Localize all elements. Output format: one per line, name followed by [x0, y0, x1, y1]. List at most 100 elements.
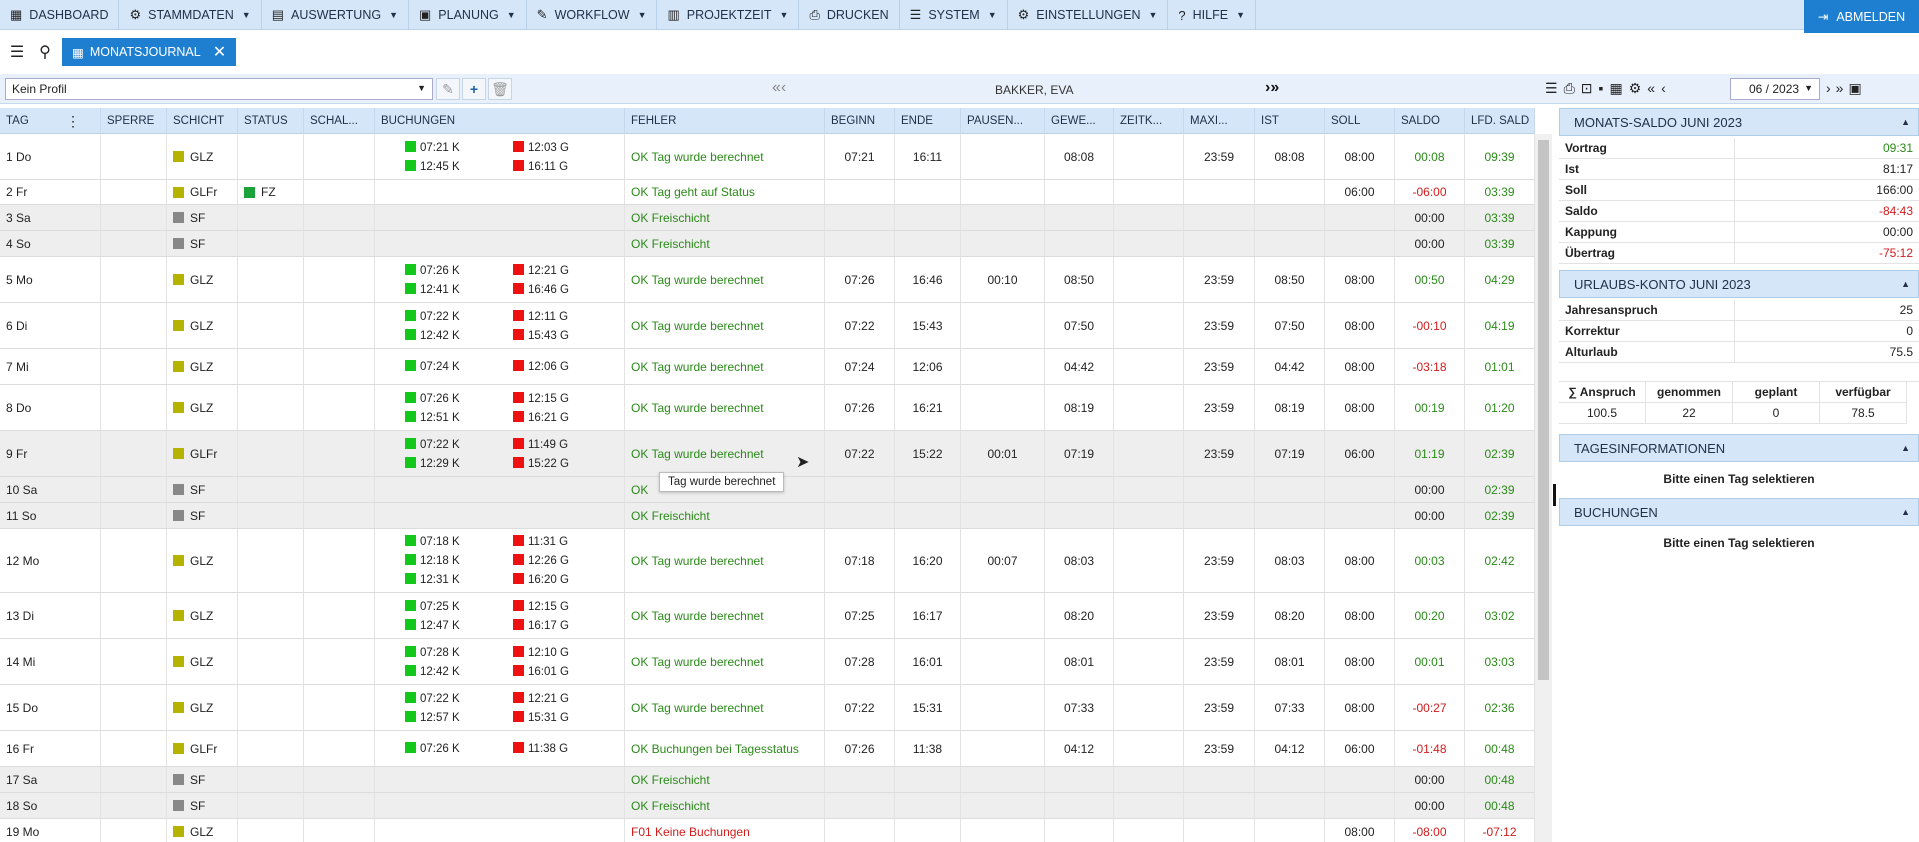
booking-gehen[interactable]: 15:22 G	[513, 456, 621, 470]
table-row[interactable]: 3 Sa SF OK Freischicht 00:00 03:39	[0, 205, 1535, 231]
add-profile-button[interactable]: +	[462, 78, 486, 100]
column-header-schicht[interactable]: SCHICHT	[167, 108, 238, 134]
booking-kommen[interactable]: 12:41 K	[405, 282, 513, 296]
close-tab-icon[interactable]: ✕	[213, 42, 226, 62]
table-row[interactable]: 7 Mi GLZ 07:24 K 12:06 G OK Tag wurde berech…	[0, 349, 1535, 385]
table-row[interactable]: 15 Do GLZ 07:22 K 12:21 G 12:57 K 15:31 G OK T…	[0, 685, 1535, 731]
table-row[interactable]: 11 So SF OK Freischicht 00:00 02:39	[0, 503, 1535, 529]
table-row[interactable]: 19 Mo GLZ F01 Keine Buchungen 08:00 -08:00 -0…	[0, 819, 1535, 842]
edit-profile-button[interactable]: ✎	[436, 78, 460, 100]
table-row[interactable]: 12 Mo GLZ 07:18 K 11:31 G 12:18 K 12:26 G 12:3…	[0, 529, 1535, 593]
collapse-icon[interactable]: ▲	[1901, 443, 1910, 453]
scrollbar-thumb[interactable]	[1538, 140, 1549, 680]
collapse-icon[interactable]: ▲	[1901, 279, 1910, 289]
booking-gehen[interactable]: 16:11 G	[513, 159, 621, 173]
booking-kommen[interactable]: 07:22 K	[405, 691, 513, 705]
booking-gehen[interactable]: 12:15 G	[513, 599, 621, 613]
nav-item-auswertung[interactable]: ▤ AUSWERTUNG ▼	[262, 0, 409, 30]
booking-kommen[interactable]: 12:29 K	[405, 456, 513, 470]
booking-gehen[interactable]: 12:15 G	[513, 391, 621, 405]
column-header-zeitk[interactable]: ZEITK...	[1114, 108, 1184, 134]
table-row[interactable]: 18 So SF OK Freischicht 00:00 00:48	[0, 793, 1535, 819]
nav-item-workflow[interactable]: ✎ WORKFLOW ▼	[527, 0, 658, 30]
nav-item-stammdaten[interactable]: ⚙ STAMMDATEN ▼	[119, 0, 262, 30]
period-select[interactable]: 06 / 2023 ▼	[1730, 78, 1820, 100]
booking-gehen[interactable]: 11:38 G	[513, 742, 621, 755]
booking-gehen[interactable]: 12:03 G	[513, 140, 621, 154]
column-header-pause[interactable]: PAUSEN...	[961, 108, 1045, 134]
delete-profile-button[interactable]: 🗑	[488, 78, 512, 100]
unlock-icon[interactable]: ⊡	[1581, 80, 1593, 97]
list-icon[interactable]: ☰	[1545, 80, 1558, 97]
collapse-icon[interactable]: ▲	[1901, 507, 1910, 517]
column-header-status[interactable]: STATUS	[238, 108, 304, 134]
search-icon[interactable]: ⚲	[34, 41, 56, 63]
booking-gehen[interactable]: 11:31 G	[513, 535, 621, 548]
column-header-maxi[interactable]: MAXI...	[1184, 108, 1255, 134]
collapse-icon[interactable]: ▲	[1901, 117, 1910, 127]
booking-kommen[interactable]: 07:22 K	[405, 437, 513, 451]
next-month-icon[interactable]: ›	[1826, 80, 1831, 97]
booking-kommen[interactable]: 07:25 K	[405, 599, 513, 613]
booking-kommen[interactable]: 07:26 K	[405, 263, 513, 277]
booking-kommen[interactable]: 12:57 K	[405, 710, 513, 724]
column-menu-icon[interactable]: ⋮	[66, 113, 80, 130]
nav-item-planung[interactable]: ▣ PLANUNG ▼	[409, 0, 527, 30]
table-row[interactable]: 5 Mo GLZ 07:26 K 12:21 G 12:41 K 16:46 G OK Ta…	[0, 257, 1535, 303]
next-employee-icon[interactable]: ›»	[1265, 79, 1279, 97]
booking-gehen[interactable]: 12:11 G	[513, 309, 621, 323]
booking-gehen[interactable]: 12:06 G	[513, 360, 621, 373]
nav-item-system[interactable]: ☰ SYSTEM ▼	[900, 0, 1008, 30]
booking-kommen[interactable]: 12:51 K	[405, 410, 513, 424]
booking-kommen[interactable]: 07:21 K	[405, 140, 513, 154]
previous-employee-icon[interactable]: «‹	[772, 79, 786, 97]
lock-icon[interactable]: ▪	[1599, 80, 1604, 97]
nav-item-projektzeit[interactable]: ▥ PROJEKTZEIT ▼	[657, 0, 800, 30]
column-header-buch[interactable]: BUCHUNGEN	[375, 108, 625, 134]
table-row[interactable]: 16 Fr GLFr 07:26 K 11:38 G OK Buchungen bei …	[0, 731, 1535, 767]
column-header-soll[interactable]: SOLL	[1325, 108, 1395, 134]
vertical-scrollbar[interactable]	[1535, 134, 1552, 842]
booking-kommen[interactable]: 07:18 K	[405, 535, 513, 548]
column-header-sperre[interactable]: SPERRE	[101, 108, 167, 134]
nav-item-einstellungen[interactable]: ⚙ EINSTELLUNGEN ▼	[1008, 0, 1169, 30]
nav-item-drucken[interactable]: ⎙ DRUCKEN	[799, 0, 900, 30]
booking-kommen[interactable]: 12:47 K	[405, 618, 513, 632]
booking-gehen[interactable]: 15:43 G	[513, 328, 621, 342]
tab-monatsjournal[interactable]: ▦ MONATSJOURNAL ✕	[62, 38, 237, 66]
booking-gehen[interactable]: 12:21 G	[513, 691, 621, 705]
booking-kommen[interactable]: 07:24 K	[405, 360, 513, 373]
urlaub-panel-header[interactable]: URLAUBS-KONTO JUNI 2023 ▲	[1559, 270, 1919, 298]
prev-month-icon[interactable]: ‹	[1661, 80, 1666, 97]
booking-kommen[interactable]: 07:26 K	[405, 391, 513, 405]
panel-splitter[interactable]	[1553, 484, 1556, 506]
booking-kommen[interactable]: 07:26 K	[405, 742, 513, 755]
hamburger-menu-icon[interactable]: ☰	[6, 41, 28, 63]
table-row[interactable]: 4 So SF OK Freischicht 00:00 03:39	[0, 231, 1535, 257]
booking-gehen[interactable]: 12:10 G	[513, 645, 621, 659]
booking-kommen[interactable]: 12:45 K	[405, 159, 513, 173]
column-header-gewe[interactable]: GEWE...	[1045, 108, 1114, 134]
first-month-icon[interactable]: «	[1647, 80, 1655, 97]
booking-kommen[interactable]: 12:42 K	[405, 328, 513, 342]
table-row[interactable]: 6 Di GLZ 07:22 K 12:11 G 12:42 K 15:43 G OK Ta…	[0, 303, 1535, 349]
booking-gehen[interactable]: 15:31 G	[513, 710, 621, 724]
booking-gehen[interactable]: 16:20 G	[513, 573, 621, 586]
column-header-beginn[interactable]: BEGINN	[825, 108, 895, 134]
booking-gehen[interactable]: 11:49 G	[513, 437, 621, 451]
table-row[interactable]: 1 Do GLZ 07:21 K 12:03 G 12:45 K 16:11 G OK Ta…	[0, 134, 1535, 180]
table-icon[interactable]: ▦	[1609, 80, 1622, 97]
table-row[interactable]: 8 Do GLZ 07:26 K 12:15 G 12:51 K 16:21 G OK Ta…	[0, 385, 1535, 431]
last-month-icon[interactable]: »	[1836, 80, 1844, 97]
booking-gehen[interactable]: 12:21 G	[513, 263, 621, 277]
saldo-panel-header[interactable]: MONATS-SALDO JUNI 2023 ▲	[1559, 108, 1919, 136]
nav-item-hilfe[interactable]: ? HILFE ▼	[1168, 0, 1257, 30]
booking-gehen[interactable]: 16:01 G	[513, 664, 621, 678]
column-header-tag[interactable]: TAG	[0, 108, 101, 134]
booking-gehen[interactable]: 16:46 G	[513, 282, 621, 296]
nav-item-dashboard[interactable]: ▦ DASHBOARD	[0, 0, 120, 30]
print-icon[interactable]: ⎙	[1564, 80, 1575, 97]
column-header-ist[interactable]: IST	[1255, 108, 1325, 134]
column-header-schal[interactable]: SCHAL...	[304, 108, 375, 134]
column-header-saldo[interactable]: SALDO	[1395, 108, 1465, 134]
